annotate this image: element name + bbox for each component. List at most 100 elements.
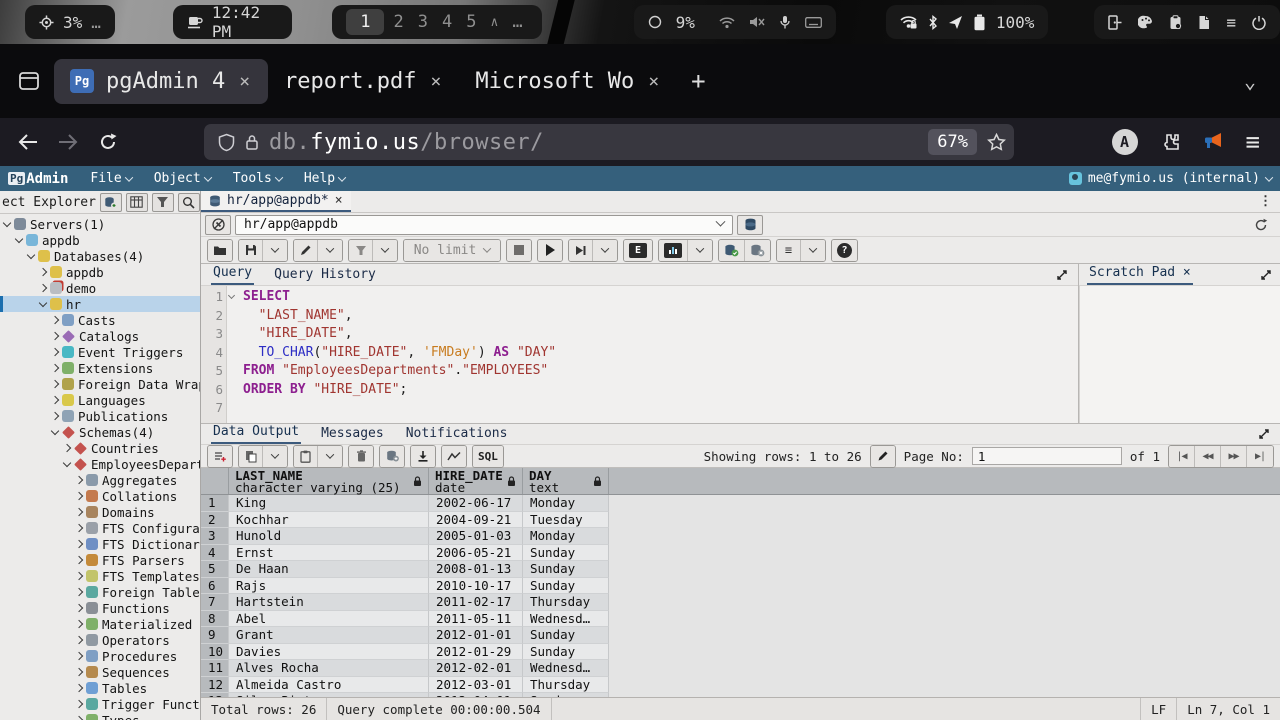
sql-line[interactable]: ORDER BY "HIRE_DATE"; [243, 382, 1078, 401]
tree-item-foreign-data-wrappers[interactable]: Foreign Data Wrappers [0, 376, 200, 392]
menu-tools[interactable]: Tools [233, 171, 282, 186]
lock-icon[interactable] [245, 133, 259, 151]
url-bar[interactable]: db.fymio.us/browser/ 67% [204, 124, 1014, 160]
table-cell[interactable]: 2002-06-17 [429, 495, 523, 512]
tab-query-history[interactable]: Query History [272, 265, 378, 285]
menu-object[interactable]: Object [154, 171, 211, 186]
zoom-level-button[interactable]: 67% [928, 129, 977, 155]
chevron-right-icon[interactable] [75, 636, 83, 644]
tree-item-appdb[interactable]: appdb [0, 232, 200, 248]
filter-options-caret[interactable] [373, 240, 397, 261]
limit-select[interactable]: No limit [404, 240, 500, 261]
chevron-right-icon[interactable] [51, 316, 59, 324]
table-cell[interactable]: Sunday [523, 561, 609, 578]
save-results-to-file-button[interactable] [411, 446, 435, 467]
chevron-right-icon[interactable] [75, 668, 83, 676]
tab-report-pdf[interactable]: report.pdf × [268, 59, 459, 104]
filter-button[interactable] [152, 193, 174, 212]
explain-button[interactable]: E [624, 240, 652, 261]
tab-query[interactable]: Query [211, 263, 254, 285]
copy-button[interactable] [239, 446, 263, 467]
table-cell[interactable]: 2012-03-01 [429, 677, 523, 694]
scratch-pad-body[interactable] [1079, 286, 1280, 423]
chevron-right-icon[interactable] [75, 492, 83, 500]
status-tray-right[interactable]: 100% [886, 5, 1049, 39]
table-cell[interactable]: 2012-02-01 [429, 660, 523, 677]
tree-item-event-triggers[interactable]: Event Triggers [0, 344, 200, 360]
sql-line[interactable]: "LAST_NAME", [243, 308, 1078, 327]
chevron-down-icon[interactable] [15, 235, 23, 243]
tab-messages[interactable]: Messages [319, 424, 386, 444]
row-number[interactable]: 11 [201, 660, 229, 677]
close-tab-icon[interactable]: × [646, 71, 661, 92]
row-number[interactable]: 9 [201, 627, 229, 644]
list-all-tabs-icon[interactable]: ⌄ [1244, 69, 1270, 93]
megaphone-extension-icon[interactable] [1202, 132, 1224, 152]
chevron-right-icon[interactable] [51, 348, 59, 356]
table-cell[interactable]: 2010-10-17 [429, 578, 523, 595]
clipboard-icon[interactable] [1169, 15, 1182, 30]
table-row[interactable]: 1King2002-06-17Monday [201, 495, 1280, 512]
chevron-right-icon[interactable] [39, 268, 47, 276]
tree-item-materialized-views[interactable]: Materialized Views [0, 616, 200, 632]
chevron-right-icon[interactable] [51, 396, 59, 404]
commit-button[interactable] [719, 240, 745, 261]
tree-item-trigger-functions[interactable]: Trigger Functions [0, 696, 200, 712]
sql-code[interactable]: SELECT "LAST_NAME", "HIRE_DATE", TO_CHAR… [227, 286, 1078, 423]
chevron-right-icon[interactable] [75, 716, 83, 720]
tree-item-countries[interactable]: Countries [0, 440, 200, 456]
row-number[interactable]: 8 [201, 611, 229, 628]
new-connection-button[interactable] [737, 215, 763, 235]
reload-button[interactable] [92, 126, 124, 158]
page-number-input[interactable] [972, 447, 1122, 465]
table-cell[interactable]: Monday [523, 528, 609, 545]
row-number[interactable]: 4 [201, 545, 229, 562]
tree-item-servers-1-[interactable]: Servers(1) [0, 216, 200, 232]
tree-item-casts[interactable]: Casts [0, 312, 200, 328]
table-cell[interactable]: Sunday [523, 578, 609, 595]
tree-item-appdb[interactable]: appdb [0, 264, 200, 280]
table-row[interactable]: 7Hartstein2011-02-17Thursday [201, 594, 1280, 611]
chevron-right-icon[interactable] [39, 284, 47, 292]
browser-menu-icon[interactable]: ≡ [1246, 128, 1260, 156]
tree-item-tables[interactable]: Tables [0, 680, 200, 696]
expand-editor-icon[interactable] [1056, 269, 1068, 281]
chevron-right-icon[interactable] [75, 524, 83, 532]
table-row[interactable]: 11Alves Rocha2012-02-01Wednesd… [201, 660, 1280, 677]
chevron-right-icon[interactable] [51, 380, 59, 388]
table-cell[interactable]: Abel [229, 611, 429, 628]
table-cell[interactable]: Grant [229, 627, 429, 644]
table-row[interactable]: 6Rajs2010-10-17Sunday [201, 578, 1280, 595]
chevron-right-icon[interactable] [51, 364, 59, 372]
chevron-right-icon[interactable] [75, 652, 83, 660]
edit-range-button[interactable] [871, 446, 895, 467]
filter-rows-button[interactable] [349, 240, 373, 261]
tree-item-functions[interactable]: Functions [0, 600, 200, 616]
tree-item-types[interactable]: Types [0, 712, 200, 720]
explain-analyze-button[interactable] [659, 240, 688, 261]
table-cell[interactable]: Tuesday [523, 512, 609, 529]
user-menu[interactable]: me@fymio.us (internal) [1069, 171, 1272, 186]
bookmark-star-icon[interactable] [987, 133, 1006, 151]
chevron-right-icon[interactable] [75, 684, 83, 692]
table-cell[interactable]: Hunold [229, 528, 429, 545]
help-button[interactable]: ? [832, 240, 857, 261]
table-cell[interactable]: Sunday [523, 644, 609, 661]
connection-select[interactable]: hr/app@appdb [235, 215, 733, 235]
row-number[interactable]: 6 [201, 578, 229, 595]
sql-line[interactable]: TO_CHAR("HIRE_DATE", 'FMDay') AS "DAY" [243, 345, 1078, 364]
table-cell[interactable]: De Haan [229, 561, 429, 578]
menu-help[interactable]: Help [304, 171, 345, 186]
show-sql-button[interactable]: SQL [473, 446, 503, 467]
chevron-right-icon[interactable] [75, 540, 83, 548]
connect-server-button[interactable] [100, 193, 122, 212]
row-number[interactable]: 1 [201, 495, 229, 512]
table-cell[interactable]: Alves Rocha [229, 660, 429, 677]
paste-button[interactable] [294, 446, 318, 467]
save-data-changes-button[interactable] [380, 446, 404, 467]
eol-indicator[interactable]: LF [1140, 698, 1176, 720]
menu-lines-icon[interactable]: ≡ [1226, 13, 1236, 32]
workspace-1[interactable]: 1 [346, 9, 384, 35]
cursor-position[interactable]: Ln 7, Col 1 [1176, 698, 1280, 720]
table-cell[interactable]: Wednesd… [523, 611, 609, 628]
